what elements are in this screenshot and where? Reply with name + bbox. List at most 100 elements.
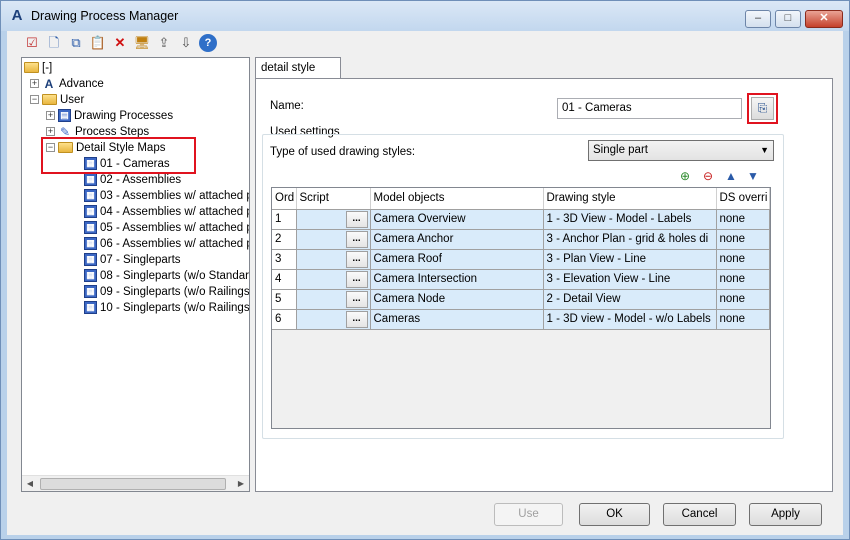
table-row[interactable]: 3 ... Camera Roof 3 - Plan View - Line n… — [272, 249, 770, 270]
cell-model-objects[interactable]: Cameras — [370, 309, 544, 330]
script-ellipsis-button[interactable]: ... — [345, 250, 368, 268]
script-ellipsis-button[interactable]: ... — [345, 310, 368, 328]
cell-model-objects[interactable]: Camera Node — [370, 289, 544, 310]
cell-script[interactable]: ... — [296, 209, 371, 230]
cell-ds-override[interactable]: none — [716, 309, 770, 330]
minimize-button[interactable]: – — [745, 10, 771, 28]
table-row[interactable]: 5 ... Camera Node 2 - Detail View none — [272, 289, 770, 310]
cell-script[interactable]: ... — [296, 249, 371, 270]
scrollbar-thumb[interactable] — [40, 478, 226, 490]
cell-model-objects[interactable]: Camera Anchor — [370, 229, 544, 250]
script-ellipsis-button[interactable]: ... — [345, 230, 368, 248]
cell-script[interactable]: ... — [296, 229, 371, 250]
chevron-down-icon: ▼ — [760, 145, 769, 155]
ok-button[interactable]: OK — [579, 503, 650, 526]
cell-ord[interactable]: 2 — [272, 229, 297, 250]
cell-ds-override[interactable]: none — [716, 249, 770, 270]
expand-plus-icon[interactable]: + — [46, 111, 55, 121]
tree-item-label: 05 - Assemblies w/ attached p — [100, 222, 250, 234]
tree-node-user[interactable]: − User — [30, 92, 84, 108]
column-header-script[interactable]: Script — [296, 188, 371, 210]
paste-icon[interactable]: 📋 — [89, 34, 107, 52]
cell-ord[interactable]: 4 — [272, 269, 297, 290]
script-ellipsis-button[interactable]: ... — [345, 290, 368, 308]
maximize-button[interactable]: □ — [775, 10, 801, 28]
cell-script[interactable]: ... — [296, 269, 371, 290]
tree-item[interactable]: ▦ 07 - Singleparts — [84, 252, 181, 268]
cell-ds-override[interactable]: none — [716, 269, 770, 290]
cell-model-objects[interactable]: Camera Overview — [370, 209, 544, 230]
scroll-right-icon[interactable]: ▶ — [233, 476, 249, 491]
table-row[interactable]: 6 ... Cameras 1 - 3D view - Model - w/o … — [272, 309, 770, 330]
move-down-icon[interactable]: ▼ — [745, 168, 761, 184]
cell-script[interactable]: ... — [296, 309, 371, 330]
use-button[interactable]: Use — [494, 503, 563, 526]
close-button[interactable]: ✕ — [805, 10, 843, 28]
table-row[interactable]: 1 ... Camera Overview 1 - 3D View - Mode… — [272, 209, 770, 230]
cell-drawing-style[interactable]: 3 - Elevation View - Line — [543, 269, 717, 290]
apply-button[interactable]: Apply — [749, 503, 822, 526]
name-input[interactable]: 01 - Cameras — [557, 98, 742, 119]
cell-ord[interactable]: 1 — [272, 209, 297, 230]
title-bar[interactable]: A Drawing Process Manager – □ ✕ — [1, 1, 849, 31]
export-icon[interactable]: ⇪ — [155, 34, 173, 52]
column-header-ds-override[interactable]: DS overri — [716, 188, 770, 210]
new-icon[interactable]: 🗋 — [45, 34, 63, 52]
script-ellipsis-button[interactable]: ... — [345, 270, 368, 288]
tab-detail-style-map[interactable]: detail style map — [255, 57, 341, 94]
cell-drawing-style[interactable]: 1 - 3D view - Model - w/o Labels — [543, 309, 717, 330]
app-logo-icon: A — [11, 7, 23, 24]
tree-item[interactable]: ▦ 05 - Assemblies w/ attached p — [84, 220, 250, 236]
style-map-icon: ▦ — [84, 285, 97, 299]
tree-item[interactable]: ▦ 10 - Singleparts (w/o Railings, — [84, 300, 249, 316]
help-icon[interactable]: ? — [199, 34, 217, 52]
type-select[interactable]: Single part ▼ — [588, 140, 774, 161]
cell-ord[interactable]: 3 — [272, 249, 297, 270]
cell-model-objects[interactable]: Camera Roof — [370, 249, 544, 270]
horizontal-scrollbar[interactable]: ◀ ▶ — [22, 475, 249, 491]
expand-plus-icon[interactable]: + — [46, 127, 55, 137]
cell-drawing-style[interactable]: 3 - Plan View - Line — [543, 249, 717, 270]
tree-item[interactable]: ▦ 02 - Assemblies — [84, 172, 181, 188]
tree-item[interactable]: ▦ 06 - Assemblies w/ attached p — [84, 236, 249, 252]
cell-ds-override[interactable]: none — [716, 289, 770, 310]
monitor-icon[interactable]: 🖥 — [133, 34, 151, 52]
add-row-icon[interactable]: ⊕ — [677, 168, 693, 184]
table-row[interactable]: 4 ... Camera Intersection 3 - Elevation … — [272, 269, 770, 290]
tree-item[interactable]: ▦ 09 - Singleparts (w/o Railings, — [84, 284, 249, 300]
cell-ord[interactable]: 5 — [272, 289, 297, 310]
tree-view[interactable]: [-] + A Advance − User + ▤ Drawing Processes … — [21, 57, 250, 492]
cancel-button[interactable]: Cancel — [663, 503, 736, 526]
cell-script[interactable]: ... — [296, 289, 371, 310]
scroll-left-icon[interactable]: ◀ — [22, 476, 38, 491]
collapse-minus-icon[interactable]: − — [30, 95, 39, 105]
remove-row-icon[interactable]: ⊖ — [700, 168, 716, 184]
tree-node-advance[interactable]: + A Advance — [30, 76, 104, 92]
tree-item[interactable]: ▦ 03 - Assemblies w/ attached p — [84, 188, 249, 204]
cell-drawing-style[interactable]: 1 - 3D View - Model - Labels — [543, 209, 717, 230]
column-header-model-objects[interactable]: Model objects — [370, 188, 544, 210]
cell-drawing-style[interactable]: 2 - Detail View — [543, 289, 717, 310]
check-icon[interactable]: ☑ — [23, 34, 41, 52]
delete-icon[interactable]: ✕ — [111, 34, 129, 52]
cell-ds-override[interactable]: none — [716, 209, 770, 230]
cell-ord[interactable]: 6 — [272, 309, 297, 330]
column-header-drawing-style[interactable]: Drawing style — [543, 188, 717, 210]
tree-node-drawing-processes[interactable]: + ▤ Drawing Processes — [46, 108, 173, 124]
cell-drawing-style[interactable]: 3 - Anchor Plan - grid & holes di — [543, 229, 717, 250]
expand-plus-icon[interactable]: + — [30, 79, 39, 89]
import-icon[interactable]: ⇩ — [177, 34, 195, 52]
tree-item[interactable]: ▦ 08 - Singleparts (w/o Standarc — [84, 268, 250, 284]
cell-model-objects[interactable]: Camera Intersection — [370, 269, 544, 290]
cell-ds-override[interactable]: none — [716, 229, 770, 250]
copy-icon[interactable]: ⧉ — [67, 34, 85, 52]
table-row[interactable]: 2 ... Camera Anchor 3 - Anchor Plan - gr… — [272, 229, 770, 250]
column-header-ord[interactable]: Ord — [272, 188, 297, 210]
move-up-icon[interactable]: ▲ — [723, 168, 739, 184]
script-ellipsis-button[interactable]: ... — [345, 210, 368, 228]
tree-item-label: 08 - Singleparts (w/o Standarc — [100, 270, 250, 282]
tree-item[interactable]: ▦ 04 - Assemblies w/ attached p — [84, 204, 249, 220]
style-map-grid[interactable]: Ord Script Model objects Drawing style D… — [271, 187, 771, 429]
tree-node-root[interactable]: [-] — [24, 60, 52, 76]
folder-open-icon — [24, 62, 39, 74]
